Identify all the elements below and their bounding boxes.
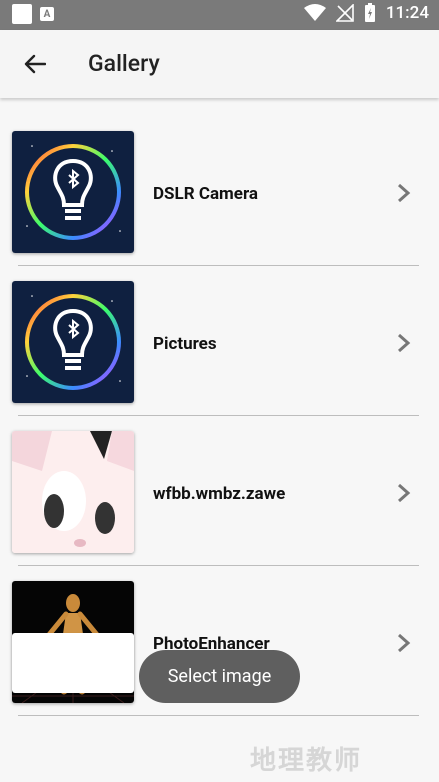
chevron-right-icon — [398, 183, 411, 203]
list-item-label: DSLR Camera — [153, 184, 259, 204]
wifi-icon — [303, 4, 326, 21]
divider — [18, 715, 419, 716]
album-thumbnail — [12, 281, 134, 403]
status-time: 11:24 — [385, 3, 429, 23]
status-bar: A 11:24 — [0, 0, 439, 30]
toast-message: Select image — [139, 650, 300, 703]
list-item-label: Pictures — [153, 334, 217, 354]
notification-icon — [12, 4, 32, 24]
list-item[interactable]: DSLR Camera — [0, 98, 439, 253]
chevron-right-icon — [398, 333, 411, 353]
album-thumbnail — [12, 131, 134, 253]
app-bar: Gallery — [0, 30, 439, 98]
no-signal-icon — [335, 4, 354, 22]
watermark: 地理教师 — [250, 746, 363, 776]
album-thumbnail[interactable] — [12, 633, 134, 693]
arrow-left-icon — [24, 54, 46, 74]
chevron-right-icon — [398, 483, 411, 503]
bluetooth-bulb-icon — [12, 281, 134, 403]
battery-icon — [364, 3, 375, 22]
bluetooth-bulb-icon — [12, 131, 134, 253]
chevron-right-icon — [398, 633, 411, 653]
cartoon-face-image — [12, 431, 134, 553]
list-item-label: wfbb.wmbz.zawe — [153, 484, 286, 504]
gallery-list: DSLR Camera Pictures wfbb.wmbz.zawe Phot… — [0, 98, 439, 716]
list-item[interactable]: wfbb.wmbz.zawe — [0, 398, 439, 553]
app-notification-icon: A — [40, 7, 54, 21]
album-thumbnail — [12, 431, 134, 553]
list-item[interactable]: Pictures — [0, 248, 439, 403]
page-title: Gallery — [88, 50, 160, 77]
back-button[interactable] — [18, 48, 52, 80]
